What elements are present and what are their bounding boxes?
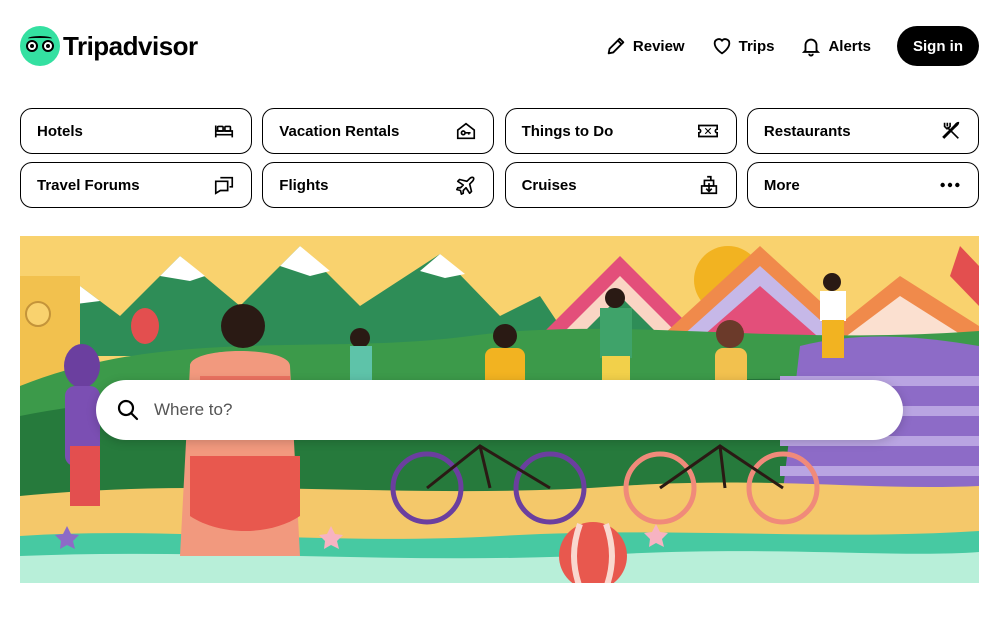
category-more[interactable]: More (746, 162, 979, 208)
category-label: Restaurants (763, 122, 851, 140)
category-hotels[interactable]: Hotels (20, 108, 252, 154)
chat-bubbles-icon (214, 176, 234, 195)
search-icon (117, 399, 139, 421)
category-travel-forums[interactable]: Travel Forums (20, 162, 252, 208)
heart-icon (713, 38, 730, 55)
category-label: More (763, 176, 800, 194)
category-label: Things to Do (521, 122, 614, 140)
search-input[interactable] (152, 399, 856, 421)
category-label: Vacation Rentals (279, 122, 400, 140)
ticket-icon (697, 124, 718, 138)
trips-label: Trips (738, 37, 775, 55)
category-flights[interactable]: Flights (262, 162, 495, 208)
review-link[interactable]: Review (605, 35, 685, 57)
trips-link[interactable]: Trips (711, 35, 775, 57)
alerts-label: Alerts (828, 37, 871, 55)
more-dots-icon (940, 182, 960, 188)
pencil-icon (607, 37, 625, 55)
ship-icon (700, 175, 717, 195)
brand-name: Tripadvisor (63, 30, 198, 61)
category-vacation-rentals[interactable]: Vacation Rentals (262, 108, 495, 154)
category-label: Travel Forums (37, 176, 140, 194)
header-nav: Review Trips Alerts Sign in (605, 26, 979, 66)
owl-logo-icon (20, 26, 60, 66)
category-grid: Hotels Vacation Rentals Things to Do Res… (20, 108, 979, 208)
bed-icon (214, 125, 234, 138)
category-cruises[interactable]: Cruises (504, 162, 737, 208)
house-key-icon (457, 122, 476, 140)
site-header: Tripadvisor Review Trips Alerts Sign in (0, 0, 999, 92)
category-label: Cruises (521, 176, 577, 194)
search-bar[interactable] (96, 380, 903, 440)
category-label: Flights (279, 176, 329, 194)
hero-banner (20, 236, 979, 583)
airplane-icon (456, 176, 475, 195)
bell-icon (802, 38, 821, 57)
category-label: Hotels (37, 122, 83, 140)
sign-in-button[interactable]: Sign in (897, 26, 979, 66)
alerts-link[interactable]: Alerts (800, 35, 871, 57)
tripadvisor-logo[interactable]: Tripadvisor (20, 26, 198, 66)
fork-knife-icon (942, 121, 960, 139)
category-things-to-do[interactable]: Things to Do (504, 108, 737, 154)
review-label: Review (632, 37, 685, 55)
category-restaurants[interactable]: Restaurants (746, 108, 979, 154)
